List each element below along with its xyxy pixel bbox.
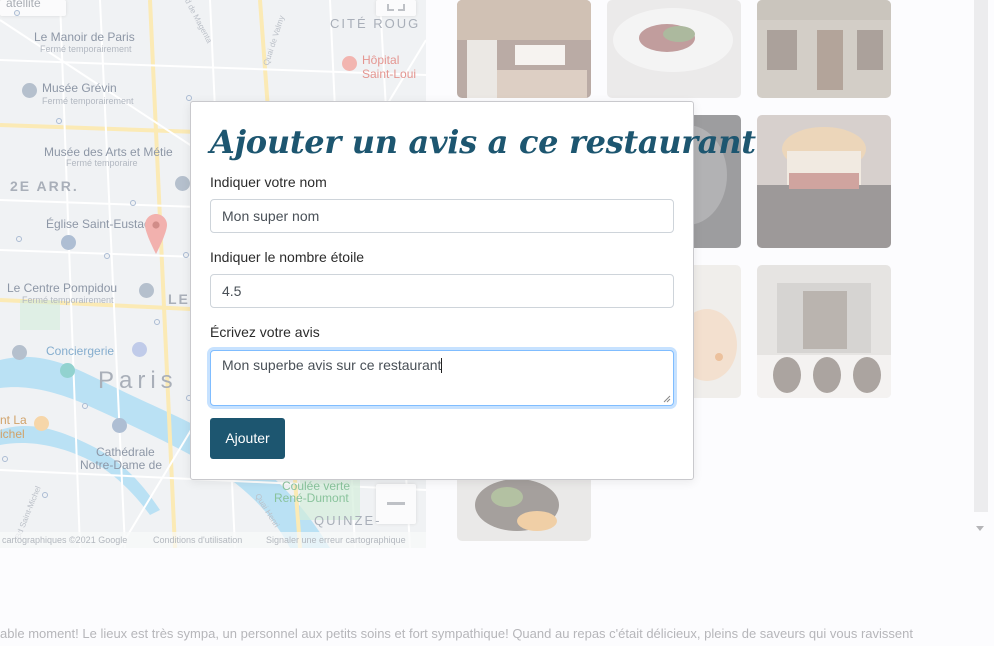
name-label: Indiquer votre nom — [210, 174, 327, 190]
submit-review-button[interactable]: Ajouter — [210, 418, 285, 459]
stars-input[interactable]: 4.5 — [210, 274, 674, 308]
modal-title: Ajouter un avis a ce restaurant — [210, 123, 756, 161]
restaurant-photo[interactable] — [607, 0, 741, 98]
stars-label: Indiquer le nombre étoile — [210, 249, 365, 265]
page-scrollbar[interactable] — [974, 0, 988, 512]
restaurant-photo[interactable] — [757, 115, 891, 248]
review-text-snippet: able moment! Le lieux est très sympa, un… — [0, 626, 913, 641]
scroll-down-arrow-icon[interactable] — [976, 526, 984, 531]
restaurant-photo[interactable] — [757, 0, 891, 98]
restaurant-photo[interactable] — [757, 265, 891, 398]
resize-grip-icon[interactable] — [663, 395, 671, 403]
add-review-modal: Ajouter un avis a ce restaurant Indiquer… — [190, 101, 756, 480]
text-caret — [441, 358, 443, 373]
restaurant-photo[interactable] — [457, 0, 591, 98]
review-textarea-value: Mon superbe avis sur ce restaurant — [222, 357, 442, 373]
review-label: Écrivez votre avis — [210, 324, 320, 340]
review-textarea[interactable]: Mon superbe avis sur ce restaurant — [210, 350, 674, 406]
name-input[interactable]: Mon super nom — [210, 199, 674, 233]
